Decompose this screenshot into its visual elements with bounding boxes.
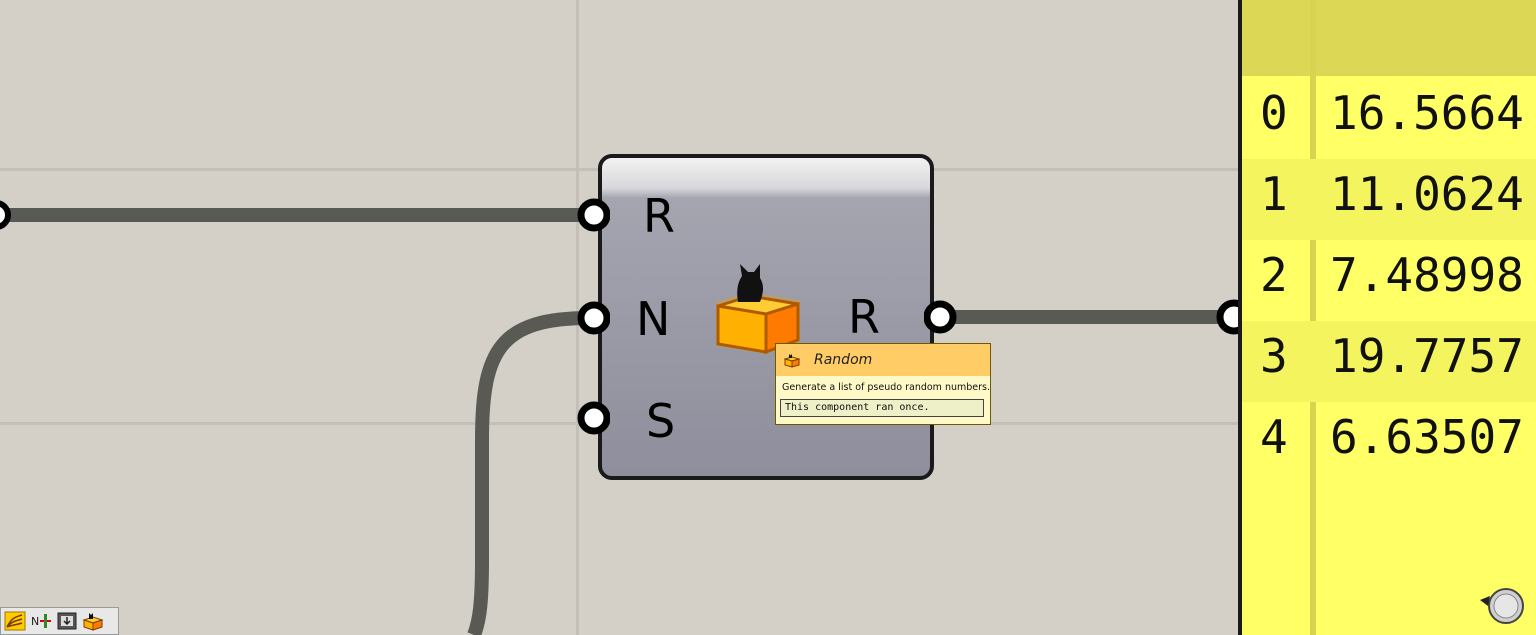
component-tooltip: Random Generate a list of pseudo random … — [775, 343, 991, 425]
panel-icon[interactable] — [56, 611, 78, 631]
input-label-s[interactable]: S — [646, 398, 675, 444]
panel-row: 3 19.7757 — [1242, 321, 1536, 402]
row-value: 16.5664 — [1330, 86, 1524, 140]
output-label-r[interactable]: R — [848, 294, 880, 340]
random-icon[interactable] — [82, 611, 104, 631]
row-value: 19.7757 — [1330, 329, 1524, 383]
tooltip-title: Random — [814, 352, 873, 368]
input-label-n[interactable]: N — [636, 296, 670, 342]
output-grips — [924, 300, 957, 334]
svg-text:N: N — [31, 615, 39, 628]
number-slider-icon[interactable]: N — [30, 611, 52, 631]
tooltip-description: Generate a list of pseudo random numbers… — [782, 382, 990, 393]
tooltip-header: Random — [776, 344, 990, 376]
panel-row: 0 16.5664 — [1242, 78, 1536, 159]
output-grip-r[interactable] — [924, 300, 957, 334]
canvas-navigation-ball[interactable] — [1478, 586, 1524, 626]
panel-row: 1 11.0624 — [1242, 159, 1536, 240]
tooltip-runtime-message: This component ran once. — [780, 399, 984, 417]
row-index: 3 — [1260, 329, 1288, 383]
input-grips — [577, 198, 610, 435]
panel-header[interactable] — [1242, 0, 1536, 76]
row-value: 7.48998 — [1330, 248, 1524, 302]
output-panel[interactable]: 0 16.5664 1 11.0624 2 7.48998 3 19.7757 … — [1238, 0, 1536, 635]
canvas-toolbar: N — [0, 607, 119, 635]
panel-row: 2 7.48998 — [1242, 240, 1536, 321]
wire-source-grip[interactable] — [0, 200, 11, 230]
row-value: 6.63507 — [1330, 410, 1524, 464]
panel-row: 4 6.63507 — [1242, 402, 1536, 483]
wires-icon[interactable] — [4, 611, 26, 631]
input-label-r[interactable]: R — [643, 193, 675, 239]
row-index: 1 — [1260, 167, 1288, 221]
input-grip-n[interactable] — [577, 301, 610, 335]
row-index: 4 — [1260, 410, 1288, 464]
input-grip-r[interactable] — [577, 198, 610, 232]
row-index: 0 — [1260, 86, 1288, 140]
row-value: 11.0624 — [1330, 167, 1524, 221]
row-index: 2 — [1260, 248, 1288, 302]
random-icon — [784, 354, 800, 368]
input-grip-s[interactable] — [577, 401, 610, 435]
